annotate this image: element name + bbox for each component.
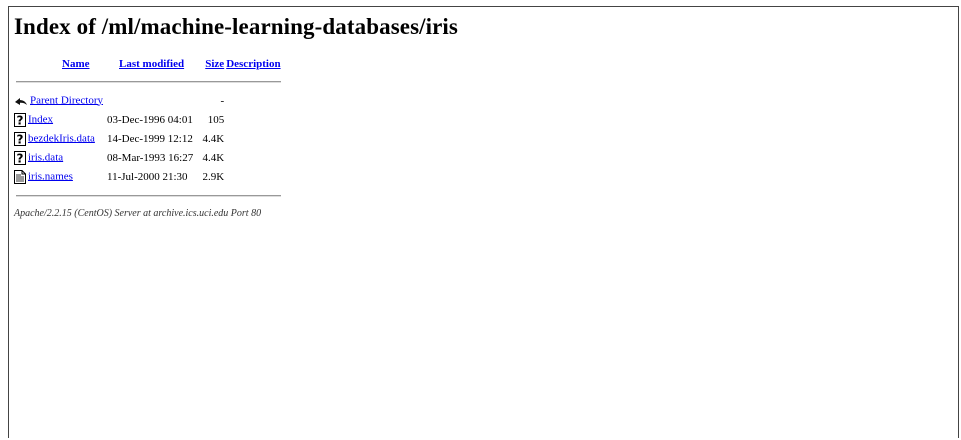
cell-description bbox=[226, 110, 282, 129]
page-title: Index of /ml/machine-learning-databases/… bbox=[14, 14, 458, 39]
cell-size: 4.4K bbox=[202, 132, 225, 145]
column-header-description[interactable]: Description bbox=[226, 56, 282, 72]
sort-by-size-link[interactable]: Size bbox=[205, 58, 224, 70]
table-header-row: Name Last modified Size Description bbox=[14, 56, 283, 72]
unknown-file-icon: ? bbox=[14, 131, 26, 146]
svg-text:?: ? bbox=[17, 151, 24, 165]
cell-modified: 11-Jul-2000 21:30 bbox=[107, 170, 188, 183]
cell-name: iris.names bbox=[14, 167, 105, 186]
cell-name: ? bezdekIris.data bbox=[14, 129, 105, 148]
cell-size: 105 bbox=[207, 113, 225, 126]
back-icon bbox=[15, 97, 27, 105]
directory-index-page: Index of /ml/machine-learning-databases/… bbox=[14, 12, 458, 219]
cell-size: 4.4K bbox=[202, 151, 225, 164]
table-row: ? bezdekIris.data 14-Dec-1999 12:12 4.4K bbox=[14, 129, 283, 148]
horizontal-rule bbox=[16, 80, 281, 83]
file-link-bezdekiris-data[interactable]: bezdekIris.data bbox=[28, 132, 95, 144]
cell-description bbox=[226, 148, 282, 167]
cell-size: - bbox=[220, 94, 225, 107]
sort-by-name-link[interactable]: Name bbox=[62, 58, 90, 70]
cell-modified bbox=[105, 91, 195, 110]
cell-modified: 14-Dec-1999 12:12 bbox=[107, 132, 193, 145]
svg-text:?: ? bbox=[17, 113, 24, 127]
unknown-file-icon: ? bbox=[14, 150, 26, 165]
header-separator-row bbox=[14, 72, 283, 91]
table-row: ? Index 03-Dec-1996 04:01 105 bbox=[14, 110, 283, 129]
cell-name: ? iris.data bbox=[14, 148, 105, 167]
file-listing-table: Name Last modified Size Description Pare… bbox=[14, 56, 283, 205]
table-row: iris.names 11-Jul-2000 21:30 2.9K bbox=[14, 167, 283, 186]
column-header-size[interactable]: Size bbox=[195, 56, 226, 72]
column-header-name[interactable]: Name bbox=[14, 56, 105, 72]
cell-description bbox=[226, 167, 282, 186]
table-row: ? iris.data 08-Mar-1993 16:27 4.4K bbox=[14, 148, 283, 167]
sort-by-description-link[interactable]: Description bbox=[226, 58, 280, 70]
column-header-last-modified[interactable]: Last modified bbox=[105, 56, 195, 72]
parent-directory-link[interactable]: Parent Directory bbox=[30, 94, 103, 106]
cell-description bbox=[226, 129, 282, 148]
file-link-iris-names[interactable]: iris.names bbox=[28, 170, 73, 182]
cell-name: ? Index bbox=[14, 110, 105, 129]
cell-name: Parent Directory bbox=[14, 91, 105, 110]
file-link-index[interactable]: Index bbox=[28, 113, 53, 125]
horizontal-rule bbox=[16, 194, 281, 197]
text-file-icon bbox=[14, 169, 26, 184]
sort-by-last-modified-link[interactable]: Last modified bbox=[119, 58, 184, 70]
footer-separator-row bbox=[14, 186, 283, 205]
cell-size: 2.9K bbox=[202, 170, 225, 183]
server-signature: Apache/2.2.15 (CentOS) Server at archive… bbox=[14, 208, 262, 219]
file-link-iris-data[interactable]: iris.data bbox=[28, 151, 63, 163]
cell-modified: 08-Mar-1993 16:27 bbox=[107, 151, 194, 164]
cell-modified: 03-Dec-1996 04:01 bbox=[107, 113, 193, 126]
svg-text:?: ? bbox=[17, 132, 24, 146]
cell-description bbox=[226, 91, 282, 110]
table-row: Parent Directory - bbox=[14, 91, 283, 110]
unknown-file-icon: ? bbox=[14, 112, 26, 127]
